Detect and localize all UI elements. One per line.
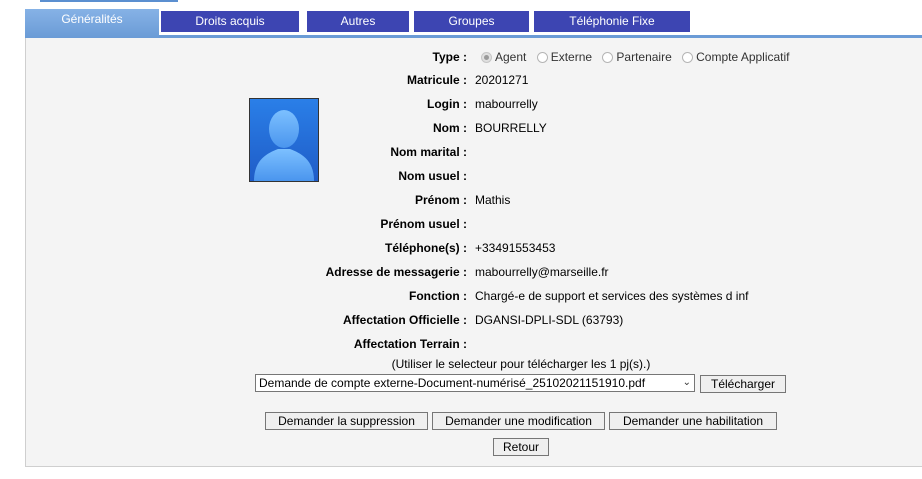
radio-checked-icon[interactable]	[481, 52, 492, 63]
attachment-hint: (Utiliser le selecteur pour télécharger …	[391, 357, 651, 371]
attachment-selected-file: Demande de compte externe-Document-numér…	[259, 376, 646, 390]
type-radio-group: Agent Externe Partenaire Compte Applicat…	[481, 50, 797, 64]
request-deletion-button[interactable]: Demander la suppression	[265, 412, 428, 430]
field-value: 20201271	[475, 73, 529, 87]
field-row-login: Login : mabourrelly	[0, 97, 922, 113]
type-option-agent[interactable]: Agent	[481, 50, 533, 64]
field-row-nom-marital: Nom marital :	[0, 145, 922, 161]
field-value: mabourrelly@marseille.fr	[475, 265, 609, 279]
type-option-compte-applicatif[interactable]: Compte Applicatif	[682, 50, 796, 64]
download-button[interactable]: Télécharger	[700, 375, 786, 393]
top-accent-line	[40, 0, 178, 2]
tab-generalites[interactable]: Généralités	[25, 9, 159, 38]
field-row-fonction: Fonction : Chargé-e de support et servic…	[0, 289, 922, 305]
type-option-externe[interactable]: Externe	[536, 50, 599, 64]
radio-icon[interactable]	[602, 52, 614, 63]
request-modification-button[interactable]: Demander une modification	[432, 412, 605, 430]
field-row-nom: Nom : BOURRELLY	[0, 121, 922, 137]
field-row-telephone: Téléphone(s) : +33491553453	[0, 241, 922, 257]
field-value: BOURRELLY	[475, 121, 547, 135]
field-label: Affectation Officielle :	[342, 313, 467, 327]
field-label: Fonction :	[409, 289, 467, 303]
field-value: +33491553453	[475, 241, 556, 255]
field-value: Chargé-e de support et services des syst…	[475, 289, 749, 303]
field-value: Mathis	[475, 193, 511, 207]
field-row-prenom: Prénom : Mathis	[0, 193, 922, 209]
back-button[interactable]: Retour	[493, 438, 549, 456]
field-label: Matricule :	[406, 73, 467, 87]
field-row-matricule: Matricule : 20201271	[0, 73, 922, 89]
field-label: Prénom usuel :	[380, 217, 467, 231]
tab-bar: Généralités Droits acquis Autres Groupes…	[25, 9, 922, 38]
field-row-nom-usuel: Nom usuel :	[0, 169, 922, 185]
radio-icon[interactable]	[536, 52, 548, 63]
field-row-messagerie: Adresse de messagerie : mabourrelly@mars…	[0, 265, 922, 281]
attachment-select[interactable]: Demande de compte externe-Document-numér…	[255, 374, 695, 392]
field-label: Nom usuel :	[398, 169, 467, 183]
field-value: mabourrelly	[475, 97, 538, 111]
field-row-affectation-officielle: Affectation Officielle : DGANSI-DPLI-SDL…	[0, 313, 922, 329]
tab-droits-acquis[interactable]: Droits acquis	[161, 11, 299, 32]
field-label: Adresse de messagerie :	[325, 265, 467, 279]
type-option-partenaire[interactable]: Partenaire	[602, 50, 678, 64]
radio-icon[interactable]	[682, 52, 694, 63]
field-label: Affectation Terrain :	[353, 337, 467, 351]
tab-autres[interactable]: Autres	[307, 11, 409, 32]
type-label: Type :	[432, 50, 467, 64]
field-row-prenom-usuel: Prénom usuel :	[0, 217, 922, 233]
field-label: Téléphone(s) :	[384, 241, 467, 255]
tab-telephonie-fixe[interactable]: Téléphonie Fixe	[534, 11, 690, 32]
field-row-affectation-terrain: Affectation Terrain :	[0, 337, 922, 353]
field-label: Nom marital :	[390, 145, 467, 159]
field-label: Prénom :	[414, 193, 467, 207]
type-row: Type : Agent Externe Partenaire Compte A…	[0, 50, 922, 66]
field-label: Login :	[427, 97, 467, 111]
field-label: Nom :	[433, 121, 467, 135]
chevron-down-icon: ⌄	[682, 377, 691, 388]
request-habilitation-button[interactable]: Demander une habilitation	[609, 412, 777, 430]
field-value: DGANSI-DPLI-SDL (63793)	[475, 313, 624, 327]
tab-groupes[interactable]: Groupes	[414, 11, 529, 32]
